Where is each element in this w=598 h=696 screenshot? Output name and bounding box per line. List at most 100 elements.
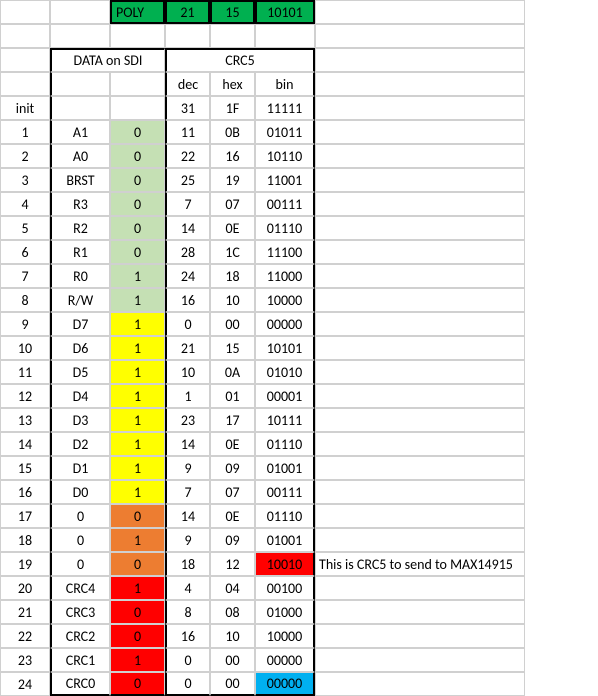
row-number: 13	[0, 408, 50, 432]
row-bin: 11000	[255, 264, 315, 288]
row-bin: 00000	[255, 312, 315, 336]
row-hex: 08	[210, 600, 255, 624]
row-bin: 10000	[255, 624, 315, 648]
row-note	[315, 672, 525, 696]
row-note	[315, 432, 525, 456]
row-bit: 1	[110, 576, 165, 600]
blank-cell	[315, 96, 525, 120]
row-hex: 1C	[210, 240, 255, 264]
row-dec: 8	[165, 600, 210, 624]
poly-bin: 10101	[255, 0, 315, 24]
row-hex: 15	[210, 336, 255, 360]
row-dec: 7	[165, 480, 210, 504]
row-hex: 12	[210, 552, 255, 576]
row-note	[315, 312, 525, 336]
blank-cell	[210, 24, 255, 48]
row-dec: 0	[165, 672, 210, 696]
row-bin: 10111	[255, 408, 315, 432]
init-bin: 11111	[255, 96, 315, 120]
row-note	[315, 264, 525, 288]
row-bit: 0	[110, 192, 165, 216]
row-dec: 4	[165, 576, 210, 600]
row-number: 15	[0, 456, 50, 480]
row-hex: 09	[210, 528, 255, 552]
row-number: 9	[0, 312, 50, 336]
row-hex: 16	[210, 144, 255, 168]
header-dec: dec	[165, 72, 210, 96]
row-hex: 00	[210, 672, 255, 696]
row-number: 2	[0, 144, 50, 168]
row-bit: 0	[110, 552, 165, 576]
row-note	[315, 480, 525, 504]
blank-cell	[315, 0, 525, 24]
row-hex: 0E	[210, 504, 255, 528]
row-note	[315, 216, 525, 240]
blank-cell	[50, 72, 110, 96]
row-hex: 07	[210, 192, 255, 216]
header-init: init	[0, 96, 50, 120]
row-dec: 14	[165, 432, 210, 456]
row-note	[315, 288, 525, 312]
blank-cell	[0, 48, 50, 72]
row-label: CRC3	[50, 600, 110, 624]
row-number: 17	[0, 504, 50, 528]
row-bit: 1	[110, 528, 165, 552]
row-number: 16	[0, 480, 50, 504]
row-number: 6	[0, 240, 50, 264]
row-dec: 9	[165, 456, 210, 480]
row-number: 4	[0, 192, 50, 216]
blank-cell	[110, 24, 165, 48]
row-number: 19	[0, 552, 50, 576]
row-bin: 10110	[255, 144, 315, 168]
row-number: 24	[0, 672, 50, 696]
row-bit: 0	[110, 240, 165, 264]
row-label: R1	[50, 240, 110, 264]
blank-cell	[315, 48, 525, 72]
row-bit: 0	[110, 216, 165, 240]
row-bin: 01110	[255, 432, 315, 456]
blank-cell	[110, 72, 165, 96]
row-note	[315, 528, 525, 552]
row-bit: 1	[110, 456, 165, 480]
row-dec: 25	[165, 168, 210, 192]
row-hex: 04	[210, 576, 255, 600]
blank-cell	[0, 24, 50, 48]
row-bit: 0	[110, 672, 165, 696]
row-hex: 10	[210, 288, 255, 312]
row-dec: 1	[165, 384, 210, 408]
row-hex: 10	[210, 624, 255, 648]
row-bit: 1	[110, 480, 165, 504]
row-number: 22	[0, 624, 50, 648]
row-bit: 1	[110, 288, 165, 312]
row-label: D6	[50, 336, 110, 360]
row-bin: 00111	[255, 192, 315, 216]
row-note	[315, 576, 525, 600]
row-dec: 21	[165, 336, 210, 360]
row-bit: 0	[110, 600, 165, 624]
row-number: 8	[0, 288, 50, 312]
blank-cell	[255, 24, 315, 48]
row-label: 0	[50, 552, 110, 576]
row-number: 5	[0, 216, 50, 240]
row-dec: 10	[165, 360, 210, 384]
row-bit: 1	[110, 312, 165, 336]
row-note	[315, 384, 525, 408]
row-bin: 11100	[255, 240, 315, 264]
blank-cell	[0, 0, 50, 24]
row-bit: 0	[110, 120, 165, 144]
row-note	[315, 648, 525, 672]
row-bin: 01110	[255, 504, 315, 528]
row-dec: 16	[165, 624, 210, 648]
row-label: CRC0	[50, 672, 110, 696]
row-number: 3	[0, 168, 50, 192]
row-bit: 0	[110, 168, 165, 192]
row-note	[315, 120, 525, 144]
blank-cell	[315, 72, 525, 96]
row-hex: 18	[210, 264, 255, 288]
row-label: A0	[50, 144, 110, 168]
row-dec: 14	[165, 504, 210, 528]
row-note	[315, 504, 525, 528]
row-note	[315, 360, 525, 384]
row-dec: 16	[165, 288, 210, 312]
row-bit: 1	[110, 648, 165, 672]
